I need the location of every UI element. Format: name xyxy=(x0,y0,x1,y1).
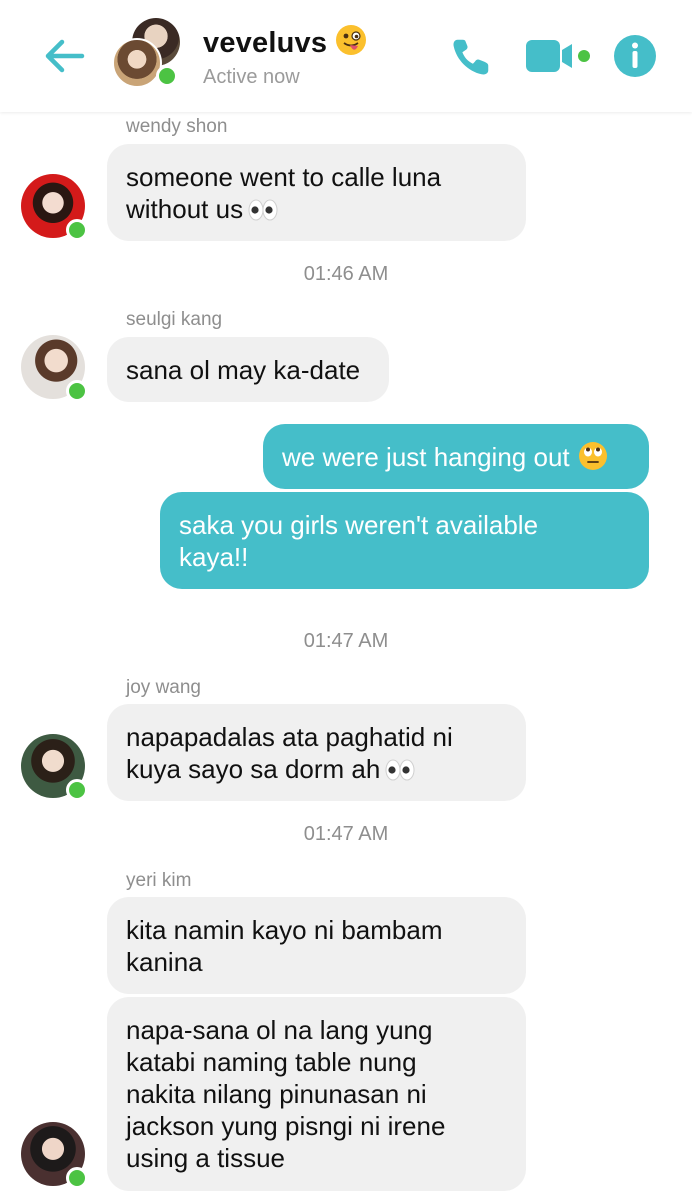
incoming-message-bubble[interactable]: sana ol may ka-date xyxy=(107,337,389,402)
phone-icon[interactable] xyxy=(448,34,494,80)
message-text: saka you girls weren't available kaya!! xyxy=(179,510,539,572)
online-indicator xyxy=(66,1167,88,1189)
eyes-emoji-icon xyxy=(385,759,415,781)
message-feed[interactable]: wendy shon someone went to calle luna wi… xyxy=(0,112,692,1200)
message-text: we were just hanging out xyxy=(282,442,570,472)
message-text: sana ol may ka-date xyxy=(126,355,361,385)
incoming-message-bubble[interactable]: napa-sana ol na lang yung katabi naming … xyxy=(107,997,526,1191)
sender-name: seulgi kang xyxy=(126,309,223,330)
online-indicator xyxy=(66,779,88,801)
avatar-yeri[interactable] xyxy=(21,1122,88,1189)
outgoing-message-bubble[interactable]: we were just hanging out xyxy=(263,424,649,489)
avatar-seulgi[interactable] xyxy=(21,335,88,402)
message-text: kita namin kayo ni bambam kanina xyxy=(126,915,443,977)
back-arrow-icon[interactable] xyxy=(40,32,88,80)
message-text: napa-sana ol na lang yung katabi naming … xyxy=(126,1015,446,1173)
sender-name: wendy shon xyxy=(126,116,228,137)
group-avatar[interactable] xyxy=(112,18,184,90)
eyes-emoji-icon xyxy=(248,199,278,221)
incoming-message-bubble[interactable]: someone went to calle luna without us xyxy=(107,144,526,241)
conversation-name: veveluvs xyxy=(203,27,328,59)
conversation-title[interactable]: veveluvs xyxy=(203,24,367,60)
sender-name: yeri kim xyxy=(126,870,192,891)
timestamp: 01:47 AM xyxy=(303,823,389,845)
message-text: someone went to calle luna without us xyxy=(126,162,442,224)
avatar-wendy[interactable] xyxy=(21,174,88,241)
outgoing-message-bubble[interactable]: saka you girls weren't available kaya!! xyxy=(160,492,649,589)
online-indicator xyxy=(66,219,88,241)
chat-header: veveluvs Active now xyxy=(0,0,692,112)
face-with-rolling-eyes-icon xyxy=(578,442,607,470)
online-indicator xyxy=(66,380,88,402)
online-indicator xyxy=(156,65,178,87)
winking-face-with-tongue-icon xyxy=(336,25,367,55)
incoming-message-bubble[interactable]: kita namin kayo ni bambam kanina xyxy=(107,897,526,994)
video-camera-icon[interactable] xyxy=(524,38,592,76)
sender-name: joy wang xyxy=(126,677,201,698)
incoming-message-bubble[interactable]: napapadalas ata paghatid ni kuya sayo sa… xyxy=(107,704,526,801)
avatar-joy[interactable] xyxy=(21,734,88,801)
active-status: Active now xyxy=(203,66,300,88)
info-icon[interactable] xyxy=(612,33,658,79)
timestamp: 01:46 AM xyxy=(303,263,389,285)
group-avatar-member-2 xyxy=(112,38,162,88)
timestamp: 01:47 AM xyxy=(303,630,389,652)
